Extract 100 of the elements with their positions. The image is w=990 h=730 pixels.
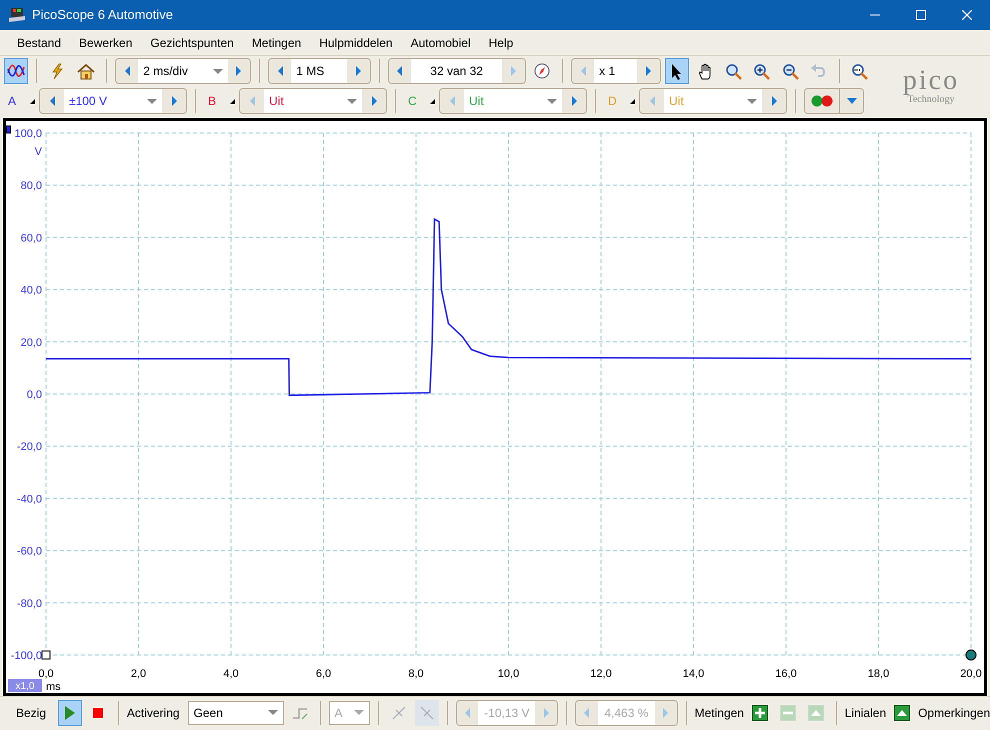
channel-label[interactable]: A: [4, 92, 26, 110]
left-arrow-icon: [396, 65, 404, 77]
right-arrow-icon: [662, 706, 670, 718]
trigger-marker-icon[interactable]: [42, 650, 50, 660]
dropdown-field[interactable]: ±100 V: [64, 89, 162, 113]
right-arrow-icon: [235, 65, 242, 77]
right-arrow-icon: [770, 95, 778, 107]
x-axis-label: 8,0: [408, 668, 424, 680]
home-icon: [76, 62, 95, 80]
caret-icon: [354, 710, 364, 715]
x-axis-label: 0,0: [38, 668, 54, 680]
x-axis-label: 16,0: [775, 668, 797, 680]
dropdown-field[interactable]: Geen: [188, 700, 284, 724]
x-axis-label: 12,0: [590, 668, 612, 680]
menu-item[interactable]: Gezichtspunten: [141, 32, 243, 54]
window-title: PicoScope 6 Automotive: [32, 6, 174, 24]
caret-icon: [147, 98, 157, 104]
ruler-handle-icon[interactable]: [966, 650, 976, 660]
maximize-icon: [916, 10, 926, 20]
stop-icon: [92, 708, 103, 718]
left-arrow-icon: [580, 65, 587, 77]
value-field[interactable]: 1 MS: [291, 59, 348, 83]
tool-button[interactable]: [664, 58, 689, 84]
logo-name: pico: [902, 67, 960, 95]
y-axis-label: -40,0: [16, 493, 42, 506]
y-axis-label: -20,0: [16, 441, 42, 454]
right-arrow-icon: [542, 706, 550, 718]
left-arrow-icon: [48, 95, 56, 107]
y-axis-label: 100,0: [14, 128, 42, 140]
channel-label[interactable]: B: [204, 92, 226, 110]
left-arrow-icon: [648, 95, 656, 107]
square-icon: [808, 704, 824, 720]
notes-icon: [894, 704, 910, 720]
caret-icon: [547, 98, 557, 104]
notes-label: Opmerkingen: [918, 704, 990, 722]
y-axis-label: -60,0: [16, 546, 42, 558]
zoom-in-icon: [753, 62, 770, 80]
left-arrow-icon: [248, 95, 256, 107]
x-axis-label: 14,0: [682, 668, 704, 680]
rulers-label: Linialen: [844, 704, 886, 722]
y-axis-label: -100,0: [10, 650, 42, 662]
logo-tagline: Technology: [907, 95, 955, 105]
magnifier-icon: [724, 62, 742, 80]
trigger-label: Activering: [126, 704, 180, 722]
scale-badge: x1,0: [8, 679, 42, 692]
left-arrow-icon: [583, 706, 590, 718]
falling-edge-button[interactable]: [414, 700, 439, 726]
right-arrow-icon: [510, 65, 518, 77]
caret-icon: [212, 68, 223, 74]
caret-icon: [846, 98, 856, 104]
y-axis-label: 60,0: [20, 232, 42, 244]
right-arrow-icon: [644, 65, 652, 77]
left-arrow-icon: [124, 65, 131, 77]
square-icon: [780, 704, 796, 720]
y-axis-label: 40,0: [20, 284, 42, 297]
y-axis-label: 0,0: [26, 389, 42, 401]
y-axis-label: 80,0: [20, 180, 42, 192]
zoom-out-icon: [782, 62, 799, 80]
channel-dots-icon: [811, 95, 833, 107]
dropdown-field[interactable]: Uit: [264, 89, 362, 113]
y-axis-label: -80,0: [16, 598, 42, 610]
value-field[interactable]: x 1: [594, 59, 638, 83]
menu-item[interactable]: Metingen: [242, 32, 310, 54]
right-arrow-icon: [355, 65, 362, 77]
dropdown-field[interactable]: 2 ms/div: [138, 59, 228, 83]
y-axis-label: 20,0: [20, 336, 42, 349]
left-arrow-icon: [276, 65, 284, 77]
square-icon: [752, 704, 768, 720]
app-icon: [8, 6, 26, 24]
scope-view-button[interactable]: [4, 58, 28, 84]
corner-icon: [430, 98, 435, 104]
menu-item[interactable]: Bestand: [8, 32, 70, 54]
y-axis-unit: V: [34, 146, 42, 158]
menu-item[interactable]: Bewerken: [70, 32, 142, 54]
run-button[interactable]: [58, 700, 82, 726]
compass-icon: [534, 63, 550, 79]
dropdown-button[interactable]: [839, 89, 863, 113]
menu-item[interactable]: Hulpmiddelen: [310, 32, 402, 54]
undo-icon: [810, 62, 827, 80]
menu-item[interactable]: Automobiel: [402, 32, 480, 54]
caret-icon: [747, 98, 757, 104]
left-arrow-icon: [448, 95, 456, 107]
waveform-icon: [7, 63, 26, 79]
x-axis-label: 4,0: [223, 668, 239, 680]
x-axis-unit: ms: [46, 681, 61, 693]
menu-item[interactable]: Help: [480, 32, 522, 54]
corner-icon: [230, 98, 235, 104]
value-field[interactable]: 32 van 32: [410, 59, 502, 83]
x-axis-label: 18,0: [868, 668, 890, 680]
channel-marker-icon[interactable]: [6, 126, 11, 134]
corner-icon: [630, 98, 635, 104]
caret-icon: [268, 710, 278, 715]
left-arrow-icon: [464, 706, 471, 718]
close-icon: [962, 10, 972, 20]
right-arrow-icon: [370, 95, 378, 107]
x-axis-label: 20,0: [960, 668, 982, 680]
play-icon: [64, 706, 76, 720]
x-axis-label: 10,0: [498, 668, 520, 680]
x-axis-label: 2,0: [130, 668, 146, 680]
magnifier-icon: [851, 62, 868, 80]
